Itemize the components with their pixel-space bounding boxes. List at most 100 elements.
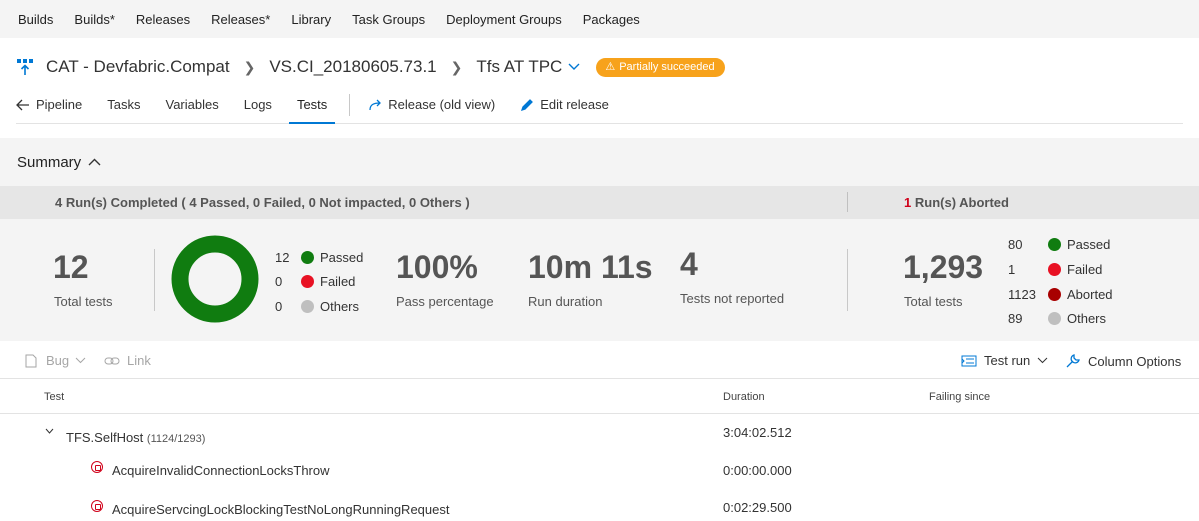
edit-release-link[interactable]: Edit release bbox=[520, 88, 609, 124]
column-header-failing-since[interactable]: Failing since bbox=[929, 391, 990, 403]
aborted-legend-aborted: 1123 Aborted bbox=[1008, 287, 1113, 302]
stats-divider bbox=[847, 249, 848, 311]
aborted-passed-count: 80 bbox=[1008, 237, 1023, 252]
legend-failed-count: 0 bbox=[275, 274, 283, 289]
legend-passed: 12 Passed bbox=[275, 250, 363, 265]
others-dot-icon bbox=[1048, 312, 1061, 325]
bug-button-label: Bug bbox=[46, 353, 70, 368]
table-row[interactable]: AcquireInvalidConnectionLocksThrow 0:00:… bbox=[0, 453, 1199, 491]
nav-releases-preview[interactable]: Releases* bbox=[211, 12, 270, 27]
link-button-label: Link bbox=[127, 353, 151, 368]
tab-variables[interactable]: Variables bbox=[166, 88, 219, 124]
legend-others-count: 0 bbox=[275, 299, 283, 314]
total-tests-label: Total tests bbox=[54, 294, 113, 309]
nav-library[interactable]: Library bbox=[291, 12, 331, 27]
failed-dot-icon bbox=[1048, 263, 1061, 276]
run-duration-label: Run duration bbox=[528, 294, 603, 309]
link-button[interactable]: Link bbox=[104, 353, 151, 368]
runs-aborted-text: Run(s) Aborted bbox=[914, 195, 1009, 210]
aborted-passed-label: Passed bbox=[1067, 237, 1111, 252]
test-duration: 0:02:29.500 bbox=[723, 500, 792, 515]
donut-passed-segment bbox=[171, 235, 259, 323]
release-old-view-link[interactable]: Release (old view) bbox=[368, 88, 495, 124]
passed-dot-icon bbox=[301, 251, 314, 264]
release-icon bbox=[17, 59, 33, 75]
column-header-duration[interactable]: Duration bbox=[723, 391, 765, 403]
results-table-header: Test Duration Failing since bbox=[0, 380, 1199, 414]
legend-failed-label: Failed bbox=[320, 274, 356, 289]
runs-divider bbox=[847, 192, 848, 212]
release-old-view-label: Release (old view) bbox=[388, 97, 496, 112]
tab-tests-label: Tests bbox=[296, 97, 328, 112]
nav-deployment-groups[interactable]: Deployment Groups bbox=[446, 12, 562, 27]
aborted-others-count: 89 bbox=[1008, 311, 1023, 326]
tests-not-reported-value: 4 bbox=[680, 246, 698, 282]
summary-toggle[interactable]: Summary bbox=[0, 138, 1199, 186]
bug-icon bbox=[25, 354, 37, 367]
breadcrumb-environment[interactable]: Tfs AT TPC bbox=[476, 57, 562, 77]
group-duration: 3:04:02.512 bbox=[723, 425, 792, 440]
nav-releases[interactable]: Releases bbox=[136, 12, 190, 27]
pencil-icon bbox=[521, 99, 534, 112]
failed-dot-icon bbox=[301, 275, 314, 288]
tab-tests[interactable]: Tests bbox=[288, 88, 336, 124]
legend-others-label: Others bbox=[320, 299, 360, 314]
tab-pipeline[interactable]: Pipeline bbox=[16, 88, 82, 124]
wrench-icon bbox=[1066, 354, 1080, 368]
pass-percentage-value: 100% bbox=[396, 249, 478, 285]
tab-logs[interactable]: Logs bbox=[244, 88, 272, 124]
status-badge-text: Partially succeeded bbox=[619, 60, 715, 73]
aborted-failed-label: Failed bbox=[1067, 262, 1103, 277]
breadcrumb-definition[interactable]: CAT - Devfabric.Compat bbox=[46, 57, 230, 77]
aborted-others-label: Others bbox=[1067, 311, 1107, 326]
aborted-legend-others: 89 Others bbox=[1008, 311, 1106, 326]
redo-arrow-icon bbox=[369, 99, 382, 111]
runs-aborted-count: 1 bbox=[904, 195, 912, 210]
bug-button[interactable]: Bug bbox=[25, 353, 86, 368]
donut-chart bbox=[171, 235, 259, 323]
runs-status-bar: 4 Run(s) Completed ( 4 Passed, 0 Failed,… bbox=[0, 186, 1199, 219]
arrow-left-icon bbox=[16, 99, 29, 111]
legend-others: 0 Others bbox=[275, 299, 359, 314]
tab-variables-label: Variables bbox=[165, 97, 219, 112]
nav-builds[interactable]: Builds bbox=[18, 12, 53, 27]
breadcrumb-release[interactable]: VS.CI_20180605.73.1 bbox=[269, 57, 436, 77]
others-dot-icon bbox=[301, 300, 314, 313]
edit-release-label: Edit release bbox=[540, 97, 609, 112]
pass-percentage-label: Pass percentage bbox=[396, 294, 494, 309]
table-row[interactable]: AcquireServcingLockBlockingTestNoLongRun… bbox=[0, 491, 1199, 521]
aborted-total-label: Total tests bbox=[904, 294, 963, 309]
group-count: (1124/1293) bbox=[146, 433, 206, 445]
test-name: AcquireServcingLockBlockingTestNoLongRun… bbox=[112, 502, 450, 517]
chevron-right-icon: ❯ bbox=[450, 58, 463, 75]
aborted-dot-icon bbox=[1048, 288, 1061, 301]
legend-failed: 0 Failed bbox=[275, 274, 355, 289]
status-badge: ⚠ Partially succeeded bbox=[596, 57, 725, 77]
tab-tasks[interactable]: Tasks bbox=[107, 88, 140, 124]
tests-not-reported-label: Tests not reported bbox=[680, 291, 785, 306]
table-group-row[interactable]: TFS.SelfHost (1124/1293) 3:04:02.512 bbox=[0, 415, 1199, 453]
nav-builds-preview[interactable]: Builds* bbox=[74, 12, 114, 27]
column-header-test[interactable]: Test bbox=[44, 391, 64, 403]
warning-icon: ⚠ bbox=[605, 61, 616, 73]
group-name: TFS.SelfHost (1124/1293) bbox=[66, 430, 206, 445]
failed-status-icon bbox=[91, 500, 103, 512]
aborted-total-value: 1,293 bbox=[903, 249, 984, 285]
chevron-down-icon[interactable] bbox=[45, 428, 54, 434]
group-by-icon bbox=[961, 355, 977, 366]
nav-packages[interactable]: Packages bbox=[583, 12, 640, 27]
column-options-label: Column Options bbox=[1088, 353, 1182, 369]
failed-status-icon bbox=[91, 461, 103, 473]
column-options-button[interactable]: Column Options bbox=[1065, 353, 1181, 369]
chevron-up-icon bbox=[88, 158, 101, 166]
nav-task-groups[interactable]: Task Groups bbox=[352, 12, 425, 27]
legend-passed-label: Passed bbox=[320, 250, 364, 265]
test-run-groupby-button[interactable]: Test run bbox=[961, 353, 1048, 368]
test-run-label: Test run bbox=[984, 353, 1031, 368]
aborted-legend-passed: 80 Passed bbox=[1008, 237, 1110, 252]
test-name: AcquireInvalidConnectionLocksThrow bbox=[112, 463, 330, 478]
aborted-failed-count: 1 bbox=[1008, 262, 1016, 277]
stats-divider bbox=[154, 249, 155, 311]
test-duration: 0:00:00.000 bbox=[723, 463, 792, 478]
chevron-down-icon[interactable] bbox=[568, 63, 580, 71]
